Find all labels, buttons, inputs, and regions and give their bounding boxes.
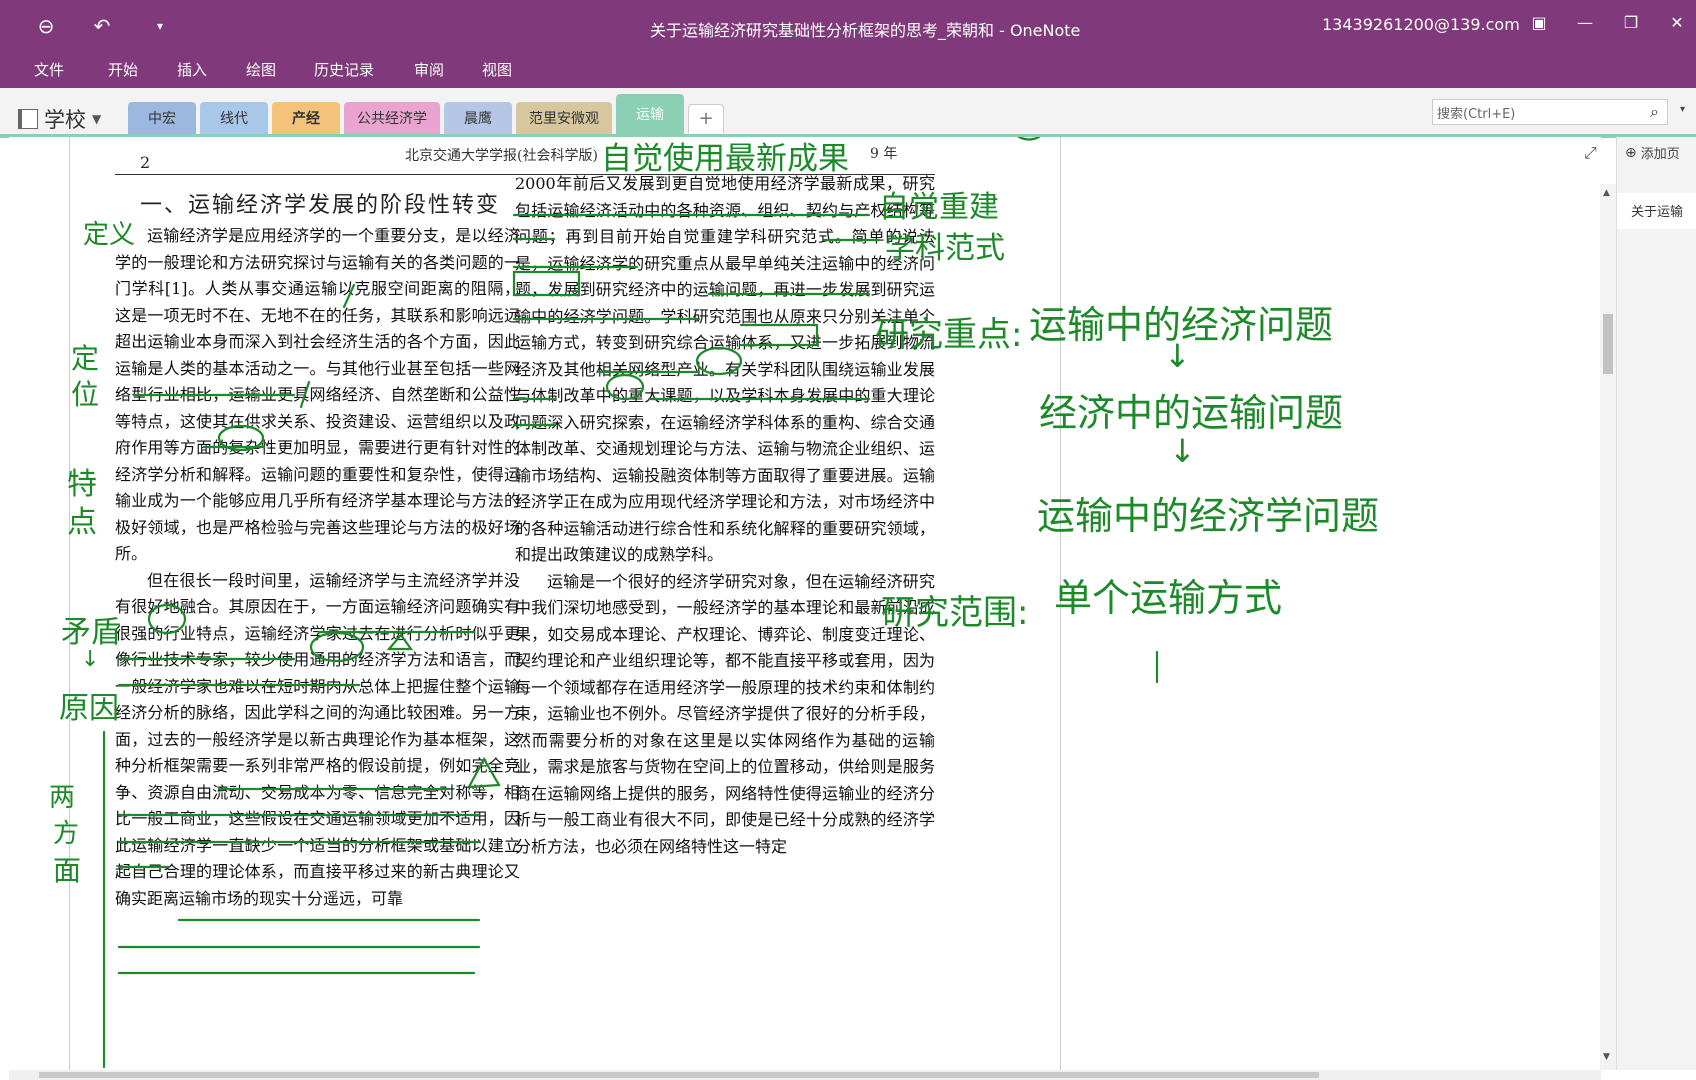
text-column-right: 2000年前后又发展到更自觉地使用经济学最新成果，研究包括运输经济活动中的各种资… (515, 171, 935, 1070)
section-tab-varian-micro[interactable]: 范里安微观 (516, 102, 612, 134)
handwritten-scope-1: 单个运输方式 (1054, 576, 1283, 620)
handwritten-top-note: 自觉使用最新成果 (601, 141, 849, 177)
handwritten-focus-label: 研究重点: (875, 315, 1023, 355)
notebook-name: 学校 (44, 108, 86, 132)
pages-pane: ⊕ 添加页 关于运输 (1616, 137, 1696, 1070)
section-tab-xiandai[interactable]: 线代 (200, 102, 268, 134)
expand-page-icon[interactable]: ⤢ (1584, 143, 1597, 163)
handwritten-focus-2: 经济中的运输问题 (1039, 391, 1344, 435)
quick-access-dropdown-icon[interactable]: ▾ (146, 12, 174, 40)
journal-name: 北京交通大学学报(社会科学版) (405, 148, 598, 164)
journal-year: 9 年 (870, 146, 898, 162)
account-email[interactable]: 13439261200@139.com (1322, 15, 1520, 34)
margin-note-feature-2: 点 (67, 505, 97, 540)
section-heading: 一、运输经济学发展的阶段性转变 (140, 193, 501, 218)
handwritten-rebuild-1: 自觉重建 (879, 190, 999, 225)
paragraph: 运输是一个很好的经济学研究对象，但在运输经济研究中我们深切地感受到，一般经济学的… (515, 571, 935, 856)
section-tab-chenying[interactable]: 晨鹰 (444, 102, 512, 134)
ribbon-display-options-icon[interactable]: ▣ (1524, 13, 1554, 32)
search-input[interactable]: 搜索(Ctrl+E) ⌕ (1432, 99, 1668, 125)
margin-note-reason: 原因 (59, 691, 119, 726)
title-bar: ⊖ ↶ ▾ 关于运输经济研究基础性分析框架的思考_荣朝和 - OneNote 1… (0, 0, 1696, 55)
page-number: 2 (140, 153, 151, 172)
chevron-down-icon: ▼ (92, 112, 102, 126)
handwritten-scope-label: 研究范围: (881, 593, 1029, 633)
add-section-button[interactable]: + (688, 104, 724, 133)
ribbon-tabs: 文件 开始 插入 绘图 历史记录 审阅 视图 (0, 55, 1696, 88)
section-tab-chanjing[interactable]: 产经 (272, 102, 340, 134)
scroll-down-icon[interactable]: ▼ (1603, 1052, 1610, 1062)
search-placeholder: 搜索(Ctrl+E) (1437, 107, 1516, 122)
close-icon[interactable]: ✕ (1662, 13, 1692, 32)
add-page-label: 添加页 (1640, 147, 1680, 162)
scrollbar-thumb[interactable] (1603, 314, 1613, 374)
scroll-up-icon[interactable]: ▲ (1603, 188, 1610, 198)
handwritten-focus-3: 运输中的经济学问题 (1037, 494, 1380, 538)
horizontal-scrollbar[interactable] (9, 1070, 1601, 1080)
menu-insert[interactable]: 插入 (177, 59, 207, 80)
margin-note-define: 定义 (83, 220, 136, 250)
handwritten-rebuild-2: 学科范式 (885, 231, 1005, 266)
minimize-icon[interactable]: — (1570, 13, 1600, 32)
restore-icon[interactable]: ❐ (1616, 13, 1646, 32)
search-scope-dropdown-icon[interactable]: ▾ (1680, 104, 1685, 115)
page-canvas[interactable]: 2 北京交通大学学报(社会科学版) 9 年 一、运输经济学发展的阶段性转变 运输… (9, 137, 1601, 1070)
text-column-left: 运输经济学是应用经济学的一个重要分支，是以经济学的一般理论和方法研究探讨与运输有… (115, 223, 520, 1070)
paragraph: 2000年前后又发展到更自觉地使用经济学最新成果，研究包括运输经济活动中的各种资… (515, 174, 935, 564)
vertical-scrollbar[interactable]: ▲ ▼ (1600, 184, 1616, 1070)
margin-note-contradiction: 矛盾 (61, 615, 121, 650)
section-tab-zhonghong[interactable]: 中宏 (128, 102, 196, 134)
undo-icon[interactable]: ↶ (88, 12, 116, 40)
section-tabs-bar: 学校 ▼ 中宏 线代 产经 公共经济学 晨鹰 范里安微观 运输 + 搜索(Ctr… (0, 88, 1696, 138)
menu-home[interactable]: 开始 (108, 59, 138, 80)
margin-note-arrow: ↓ (81, 647, 100, 672)
margin-note-position-1: 定 (71, 342, 100, 375)
horizontal-scrollbar-thumb[interactable] (39, 1072, 1319, 1078)
section-tab-transport[interactable]: 运输 (616, 94, 684, 134)
add-page-button[interactable]: ⊕ 添加页 (1625, 143, 1680, 163)
paragraph: 运输经济学是应用经济学的一个重要分支，是以经济学的一般理论和方法研究探讨与运输有… (115, 226, 520, 563)
page-list-item[interactable]: 关于运输 (1617, 193, 1696, 229)
search-icon[interactable]: ⌕ (1650, 102, 1659, 122)
menu-history[interactable]: 历史记录 (314, 59, 374, 80)
menu-draw[interactable]: 绘图 (246, 59, 276, 80)
margin-note-position-2: 位 (71, 378, 100, 411)
margin-note-two-3: 面 (53, 854, 82, 887)
section-tab-public-economics[interactable]: 公共经济学 (344, 102, 440, 134)
window-title: 关于运输经济研究基础性分析框架的思考_荣朝和 - OneNote (650, 21, 1081, 40)
handwritten-arrow-1: ↓ (1164, 337, 1191, 375)
paragraph: 但在很长一段时间里，运输经济学与主流经济学并没有很好地融合。其原因在于，一方面运… (115, 570, 520, 908)
handwritten-arrow-2: ↓ (1169, 432, 1196, 470)
plus-circle-icon: ⊕ (1625, 144, 1637, 161)
menu-review[interactable]: 审阅 (414, 59, 444, 80)
back-arrow-icon[interactable]: ⊖ (32, 12, 60, 40)
notebook-icon (18, 109, 38, 129)
menu-view[interactable]: 视图 (482, 59, 512, 80)
notebook-selector[interactable]: 学校 ▼ (18, 104, 101, 134)
margin-note-two-1: 两 (49, 783, 76, 813)
margin-note-two-2: 方 (53, 819, 80, 849)
menu-file[interactable]: 文件 (34, 59, 64, 80)
